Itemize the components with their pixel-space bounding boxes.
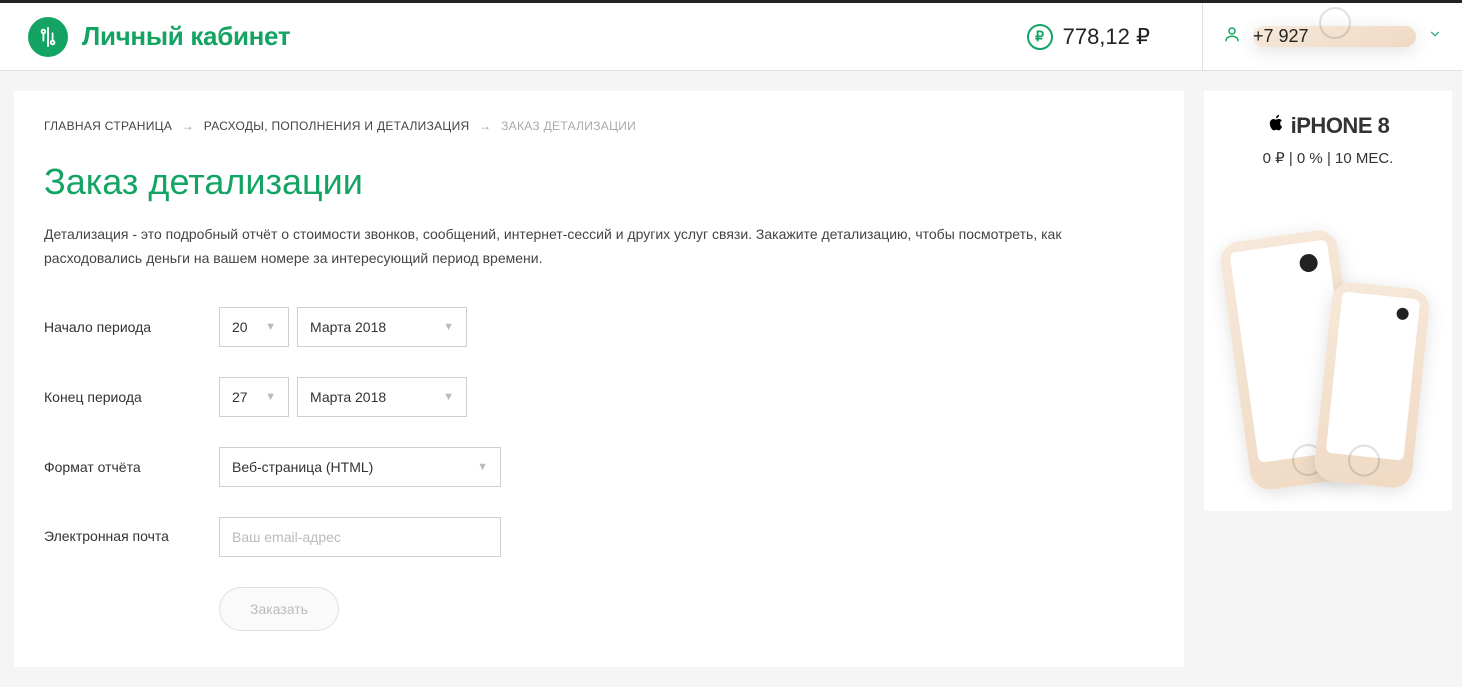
ad-image: [1216, 185, 1440, 485]
row-end-period: Конец периода 27 ▼ Марта 2018 ▼: [44, 377, 1154, 417]
select-start-day[interactable]: 20 ▼: [219, 307, 289, 347]
header: Личный кабинет ₽ 778,12 ₽ +7 927: [0, 3, 1462, 71]
logo-icon: [28, 17, 68, 57]
header-main: Личный кабинет ₽ 778,12 ₽: [0, 17, 1202, 57]
ruble-icon: ₽: [1027, 24, 1053, 50]
chevron-down-icon: [1428, 27, 1442, 46]
label-format: Формат отчёта: [44, 459, 219, 475]
breadcrumb: ГЛАВНАЯ СТРАНИЦА → РАСХОДЫ, ПОПОЛНЕНИЯ И…: [44, 119, 1154, 133]
caret-down-icon: ▼: [443, 321, 454, 333]
row-start-period: Начало периода 20 ▼ Марта 2018 ▼: [44, 307, 1154, 347]
select-format-value: Веб-страница (HTML): [232, 459, 373, 475]
chevron-right-icon: →: [479, 119, 491, 133]
apple-icon: [1267, 113, 1285, 139]
caret-down-icon: ▼: [265, 391, 276, 403]
breadcrumb-current: ЗАКАЗ ДЕТАЛИЗАЦИИ: [501, 119, 636, 133]
caret-down-icon: ▼: [443, 391, 454, 403]
brand-title: Личный кабинет: [82, 21, 290, 52]
ad-title: iPHONE 8: [1216, 113, 1440, 139]
chevron-right-icon: →: [182, 119, 194, 133]
caret-down-icon: ▼: [477, 461, 488, 473]
sidebar-ad[interactable]: iPHONE 8 0 ₽ | 0 % | 10 МЕС.: [1204, 91, 1452, 511]
select-format[interactable]: Веб-страница (HTML) ▼: [219, 447, 501, 487]
select-end-day[interactable]: 27 ▼: [219, 377, 289, 417]
logo[interactable]: Личный кабинет: [28, 17, 290, 57]
caret-down-icon: ▼: [265, 321, 276, 333]
page-title: Заказ детализации: [44, 161, 1154, 203]
user-icon: [1223, 25, 1241, 48]
balance-value: 778,12 ₽: [1063, 24, 1150, 50]
main-card: ГЛАВНАЯ СТРАНИЦА → РАСХОДЫ, ПОПОЛНЕНИЯ И…: [14, 91, 1184, 667]
select-end-day-value: 27: [232, 389, 248, 405]
ad-price: 0 ₽ | 0 % | 10 МЕС.: [1216, 149, 1440, 167]
select-end-month[interactable]: Марта 2018 ▼: [297, 377, 467, 417]
label-end-period: Конец периода: [44, 389, 219, 405]
user-dropdown[interactable]: +7 927: [1202, 3, 1462, 71]
order-button[interactable]: Заказать: [219, 587, 339, 631]
breadcrumb-section[interactable]: РАСХОДЫ, ПОПОЛНЕНИЯ И ДЕТАЛИЗАЦИЯ: [204, 119, 470, 133]
row-format: Формат отчёта Веб-страница (HTML) ▼: [44, 447, 1154, 487]
row-email: Электронная почта: [44, 517, 1154, 557]
label-start-period: Начало периода: [44, 319, 219, 335]
content: ГЛАВНАЯ СТРАНИЦА → РАСХОДЫ, ПОПОЛНЕНИЯ И…: [0, 71, 1462, 687]
email-input[interactable]: [219, 517, 501, 557]
ad-title-text: iPHONE 8: [1291, 113, 1390, 139]
select-start-day-value: 20: [232, 319, 248, 335]
balance[interactable]: ₽ 778,12 ₽: [1027, 24, 1174, 50]
select-start-month-value: Марта 2018: [310, 319, 386, 335]
select-start-month[interactable]: Марта 2018 ▼: [297, 307, 467, 347]
breadcrumb-home[interactable]: ГЛАВНАЯ СТРАНИЦА: [44, 119, 172, 133]
select-end-month-value: Марта 2018: [310, 389, 386, 405]
user-phone: +7 927: [1253, 26, 1416, 47]
label-email: Электронная почта: [44, 527, 219, 547]
page-description: Детализация - это подробный отчёт о стои…: [44, 223, 1104, 271]
